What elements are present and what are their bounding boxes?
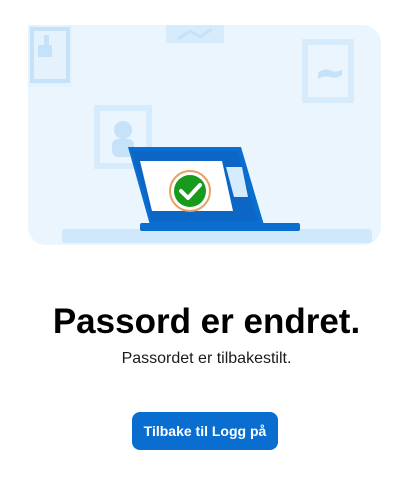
page-title: Passord er endret.: [52, 302, 361, 341]
success-illustration: [28, 25, 381, 245]
back-to-login-button[interactable]: Tilbake til Logg på: [132, 412, 278, 450]
page-subtitle: Passordet er tilbakestilt.: [121, 350, 292, 367]
laptop-success-checkmark-icon: [28, 25, 381, 245]
